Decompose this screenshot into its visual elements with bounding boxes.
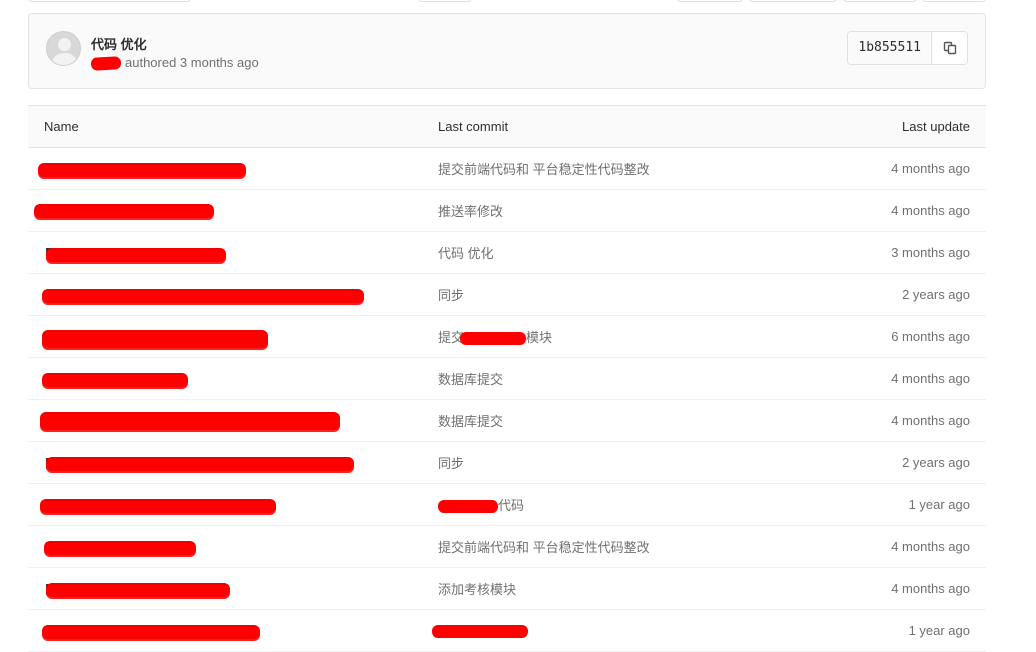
table-row[interactable]: 提交前端代码和 平台稳定性代码整改 4 months ago — [28, 148, 986, 190]
table-row[interactable]: 1 year ago — [28, 610, 986, 652]
commit-meta-text: authored 3 months ago — [125, 55, 259, 70]
commit-message-link[interactable]: 提交 模块 — [438, 327, 552, 346]
commit-message-link[interactable]: 提交前端代码和 平台稳定性代码整改 — [438, 537, 650, 556]
table-row[interactable]: 代码 优化 3 months ago — [28, 232, 986, 274]
commit-title[interactable]: 代码 优化 — [91, 34, 147, 53]
last-update: 4 months ago — [891, 413, 970, 428]
table-row[interactable]: 提交 模块 6 months ago — [28, 316, 986, 358]
file-tree-header: Name Last commit Last update — [28, 106, 986, 148]
last-update: 4 months ago — [891, 161, 970, 176]
table-row[interactable]: 数据库提交 4 months ago — [28, 358, 986, 400]
commit-message-link[interactable]: 代码 — [438, 495, 524, 514]
commit-message-link[interactable]: 提交前端代码和 平台稳定性代码整改 — [438, 159, 650, 178]
table-row[interactable]: 添加考核模块 4 months ago — [28, 568, 986, 610]
last-update: 1 year ago — [908, 623, 970, 638]
commit-message-link[interactable]: 添加考核模块 — [438, 579, 516, 598]
last-update: 1 year ago — [908, 497, 970, 512]
commit-meta: authored 3 months ago — [90, 55, 259, 71]
header-last-commit: Last commit — [438, 119, 509, 134]
copy-sha-button[interactable] — [932, 32, 967, 64]
top-dropdown-left[interactable] — [28, 0, 191, 2]
top-button-c[interactable] — [749, 0, 837, 2]
folder-name-redacted[interactable] — [28, 484, 423, 525]
commit-message-redacted — [432, 625, 528, 639]
author-name-redacted[interactable] — [90, 56, 122, 71]
commit-message-redacted — [460, 332, 527, 346]
commit-message-link[interactable]: 推送率修改 — [438, 201, 503, 220]
folder-name-redacted[interactable] — [28, 190, 423, 231]
folder-name-redacted[interactable] — [28, 148, 423, 189]
top-button-d[interactable] — [843, 0, 917, 2]
folder-name-redacted[interactable] — [28, 610, 423, 651]
copy-icon — [943, 41, 956, 55]
folder-name-redacted[interactable] — [28, 316, 423, 357]
commit-message-link[interactable] — [432, 623, 528, 639]
header-name: Name — [44, 119, 79, 134]
top-button-b[interactable] — [677, 0, 743, 2]
table-row[interactable]: 提交前端代码和 平台稳定性代码整改 4 months ago — [28, 526, 986, 568]
header-last-update: Last update — [902, 119, 970, 134]
commit-message-link[interactable]: 代码 优化 — [438, 243, 494, 262]
last-update: 2 years ago — [902, 455, 970, 470]
commit-sha[interactable]: 1b855511 — [848, 32, 932, 64]
last-update: 4 months ago — [891, 371, 970, 386]
table-row[interactable]: 推送率修改 4 months ago — [28, 190, 986, 232]
folder-name-redacted[interactable] — [28, 358, 423, 399]
last-update: 2 years ago — [902, 287, 970, 302]
last-update: 4 months ago — [891, 581, 970, 596]
table-row[interactable]: 数据库提交 4 months ago — [28, 400, 986, 442]
commit-message-redacted — [438, 500, 498, 514]
last-update: 3 months ago — [891, 245, 970, 260]
table-row[interactable]: 同步 2 years ago — [28, 274, 986, 316]
folder-name-redacted[interactable] — [28, 274, 423, 315]
top-button-a[interactable] — [418, 0, 472, 2]
folder-name-redacted[interactable] — [28, 232, 423, 273]
folder-name-redacted[interactable] — [28, 526, 423, 567]
commit-message-link[interactable]: 数据库提交 — [438, 411, 503, 430]
last-commit-panel: 代码 优化 authored 3 months ago 1b855511 — [28, 13, 986, 89]
avatar[interactable] — [46, 31, 81, 66]
commit-message-link[interactable]: 同步 — [438, 453, 464, 472]
table-row[interactable]: 代码 1 year ago — [28, 484, 986, 526]
commit-sha-group: 1b855511 — [847, 31, 968, 65]
table-row[interactable]: 同步 2 years ago — [28, 442, 986, 484]
last-update: 4 months ago — [891, 539, 970, 554]
last-update: 6 months ago — [891, 329, 970, 344]
folder-name-redacted[interactable] — [28, 400, 423, 441]
file-tree-table: Name Last commit Last update 提交前端代码和 平台稳… — [28, 105, 986, 652]
commit-message-link[interactable]: 数据库提交 — [438, 369, 503, 388]
folder-name-redacted[interactable] — [28, 442, 423, 483]
last-update: 4 months ago — [891, 203, 970, 218]
commit-message-link[interactable]: 同步 — [438, 285, 464, 304]
folder-name-redacted[interactable] — [28, 568, 423, 609]
top-button-e[interactable] — [922, 0, 986, 2]
